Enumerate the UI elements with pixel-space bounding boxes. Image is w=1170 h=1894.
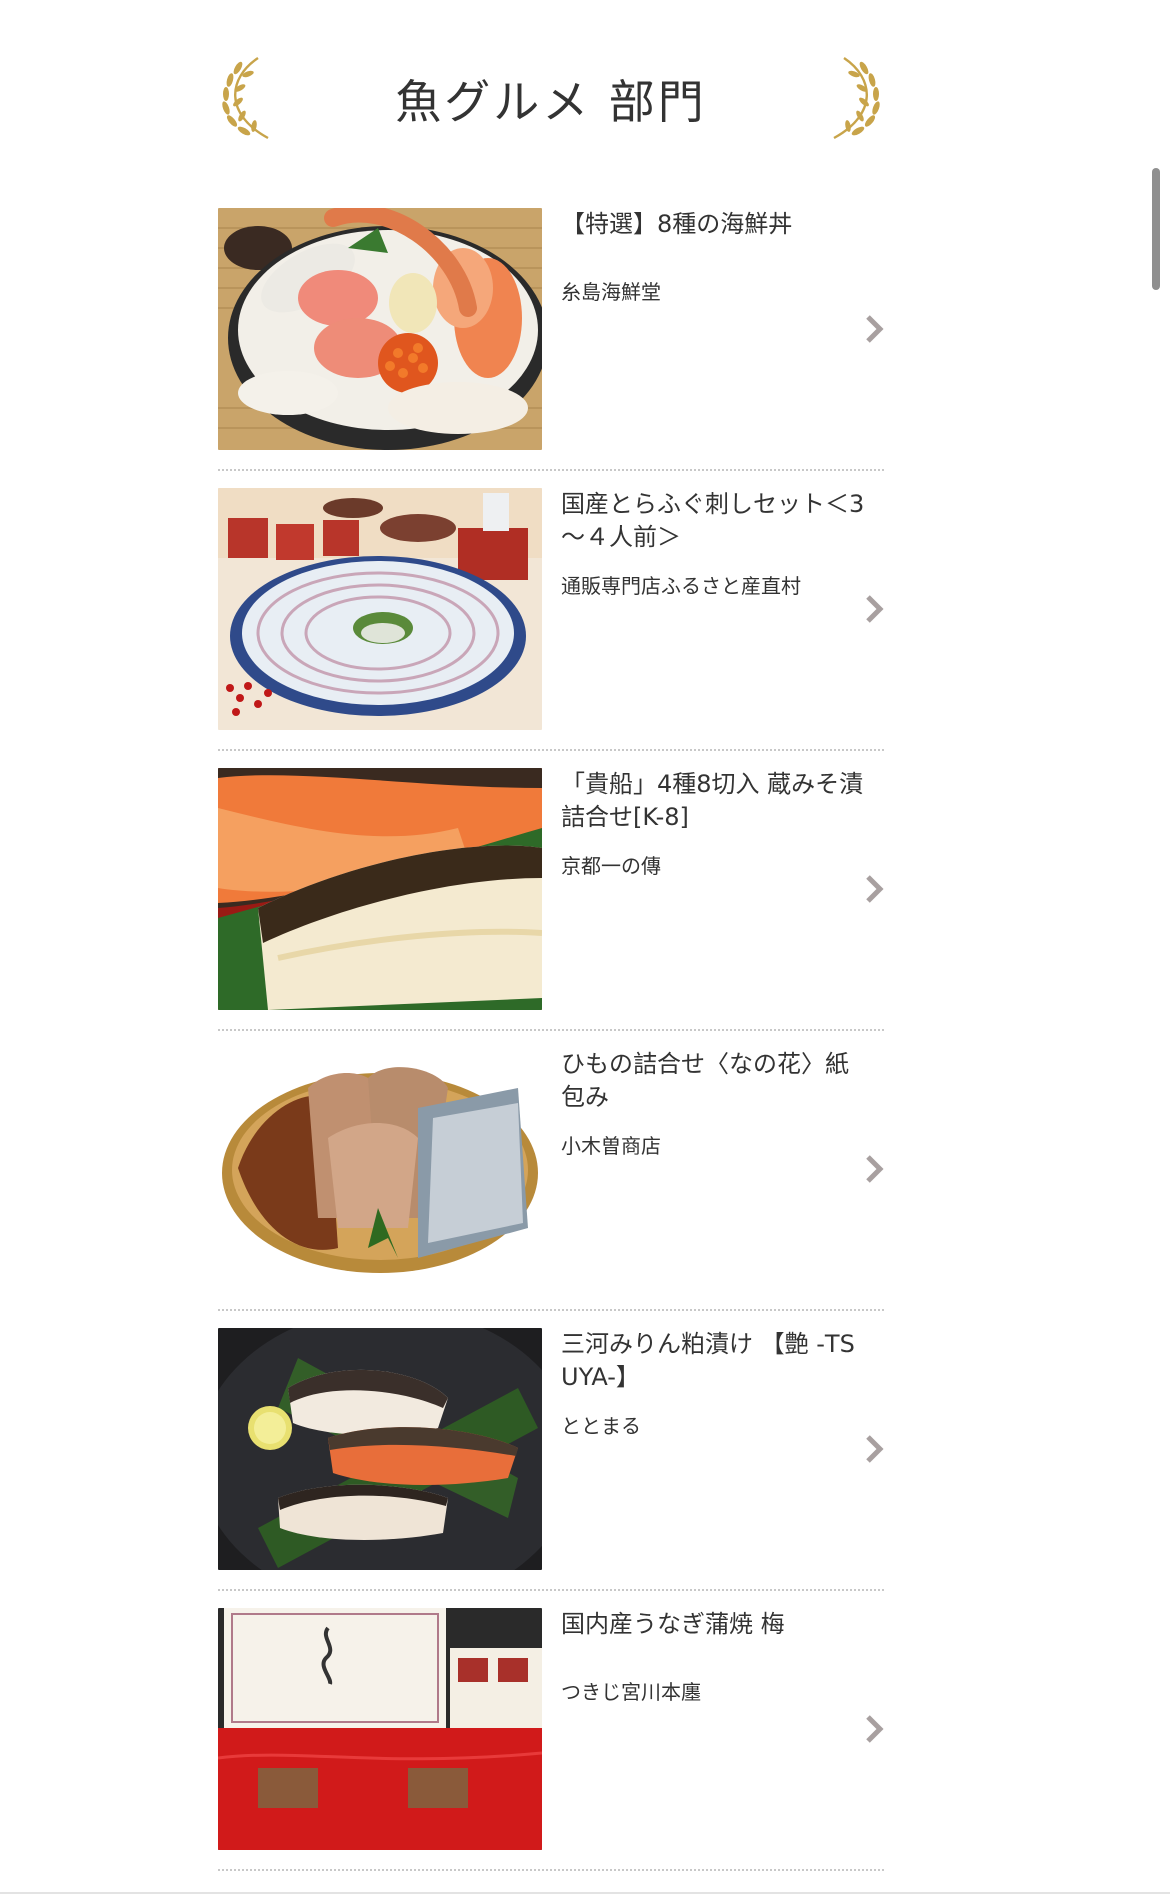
chevron-right-icon[interactable] [864,314,884,344]
list-item[interactable]: 三河みりん粕漬け 【艶 -TSUYA-】 ととまる [218,1328,884,1608]
item-title[interactable]: ひもの詰合せ〈なの花〉紙包み [561,1048,871,1114]
item-shop: 糸島海鮮堂 [561,280,661,304]
kasuzuke-image[interactable] [218,1328,542,1570]
item-shop: 通販専門店ふるさと産直村 [561,574,801,598]
list-item[interactable]: 【特選】8種の海鮮丼 糸島海鮮堂 [218,208,884,488]
list-item[interactable]: 国産とらふぐ刺しセット＜3～４人前＞ 通販専門店ふるさと産直村 [218,488,884,768]
chevron-right-icon[interactable] [864,1434,884,1464]
miso-fish-image[interactable] [218,768,542,1010]
list-item[interactable]: ひもの詰合せ〈なの花〉紙包み 小木曽商店 [218,1048,884,1328]
laurel-right-icon [833,57,880,140]
item-shop: 小木曽商店 [561,1134,661,1158]
page: 魚グルメ 部門 【特選】8種の海鮮丼 糸島海鮮堂 国産とらふぐ刺しセット＜3～４… [0,0,1170,1894]
dried-fish-image[interactable] [218,1048,542,1290]
unagi-box-image[interactable] [218,1608,542,1850]
divider [218,1869,884,1871]
section-title: 魚グルメ 部門 [395,75,707,129]
fugu-sashimi-image[interactable] [218,488,542,730]
item-shop: つきじ宮川本廛 [561,1680,701,1704]
seafood-bowl-image[interactable] [218,208,542,450]
section-header: 魚グルメ 部門 [218,52,884,152]
scrollbar[interactable] [1152,168,1160,290]
chevron-right-icon[interactable] [864,1714,884,1744]
item-title[interactable]: 「貴船」4種8切入 蔵みそ漬 詰合せ[K-8] [561,768,871,834]
item-title[interactable]: 国内産うなぎ蒲焼 梅 [561,1608,871,1641]
item-title[interactable]: 国産とらふぐ刺しセット＜3～４人前＞ [561,488,871,554]
item-shop: 京都一の傳 [561,854,661,878]
divider [218,1029,884,1031]
list-item[interactable]: 国内産うなぎ蒲焼 梅 つきじ宮川本廛 [218,1608,884,1888]
product-list: 【特選】8種の海鮮丼 糸島海鮮堂 国産とらふぐ刺しセット＜3～４人前＞ 通販専門… [218,208,884,1888]
divider [218,1309,884,1311]
item-title[interactable]: 三河みりん粕漬け 【艶 -TSUYA-】 [561,1328,871,1394]
divider [218,1589,884,1591]
chevron-right-icon[interactable] [864,594,884,624]
chevron-right-icon[interactable] [864,874,884,904]
item-shop: ととまる [561,1414,641,1438]
list-item[interactable]: 「貴船」4種8切入 蔵みそ漬 詰合せ[K-8] 京都一の傳 [218,768,884,1048]
divider [218,749,884,751]
divider [218,469,884,471]
item-title[interactable]: 【特選】8種の海鮮丼 [561,208,871,241]
chevron-right-icon[interactable] [864,1154,884,1184]
